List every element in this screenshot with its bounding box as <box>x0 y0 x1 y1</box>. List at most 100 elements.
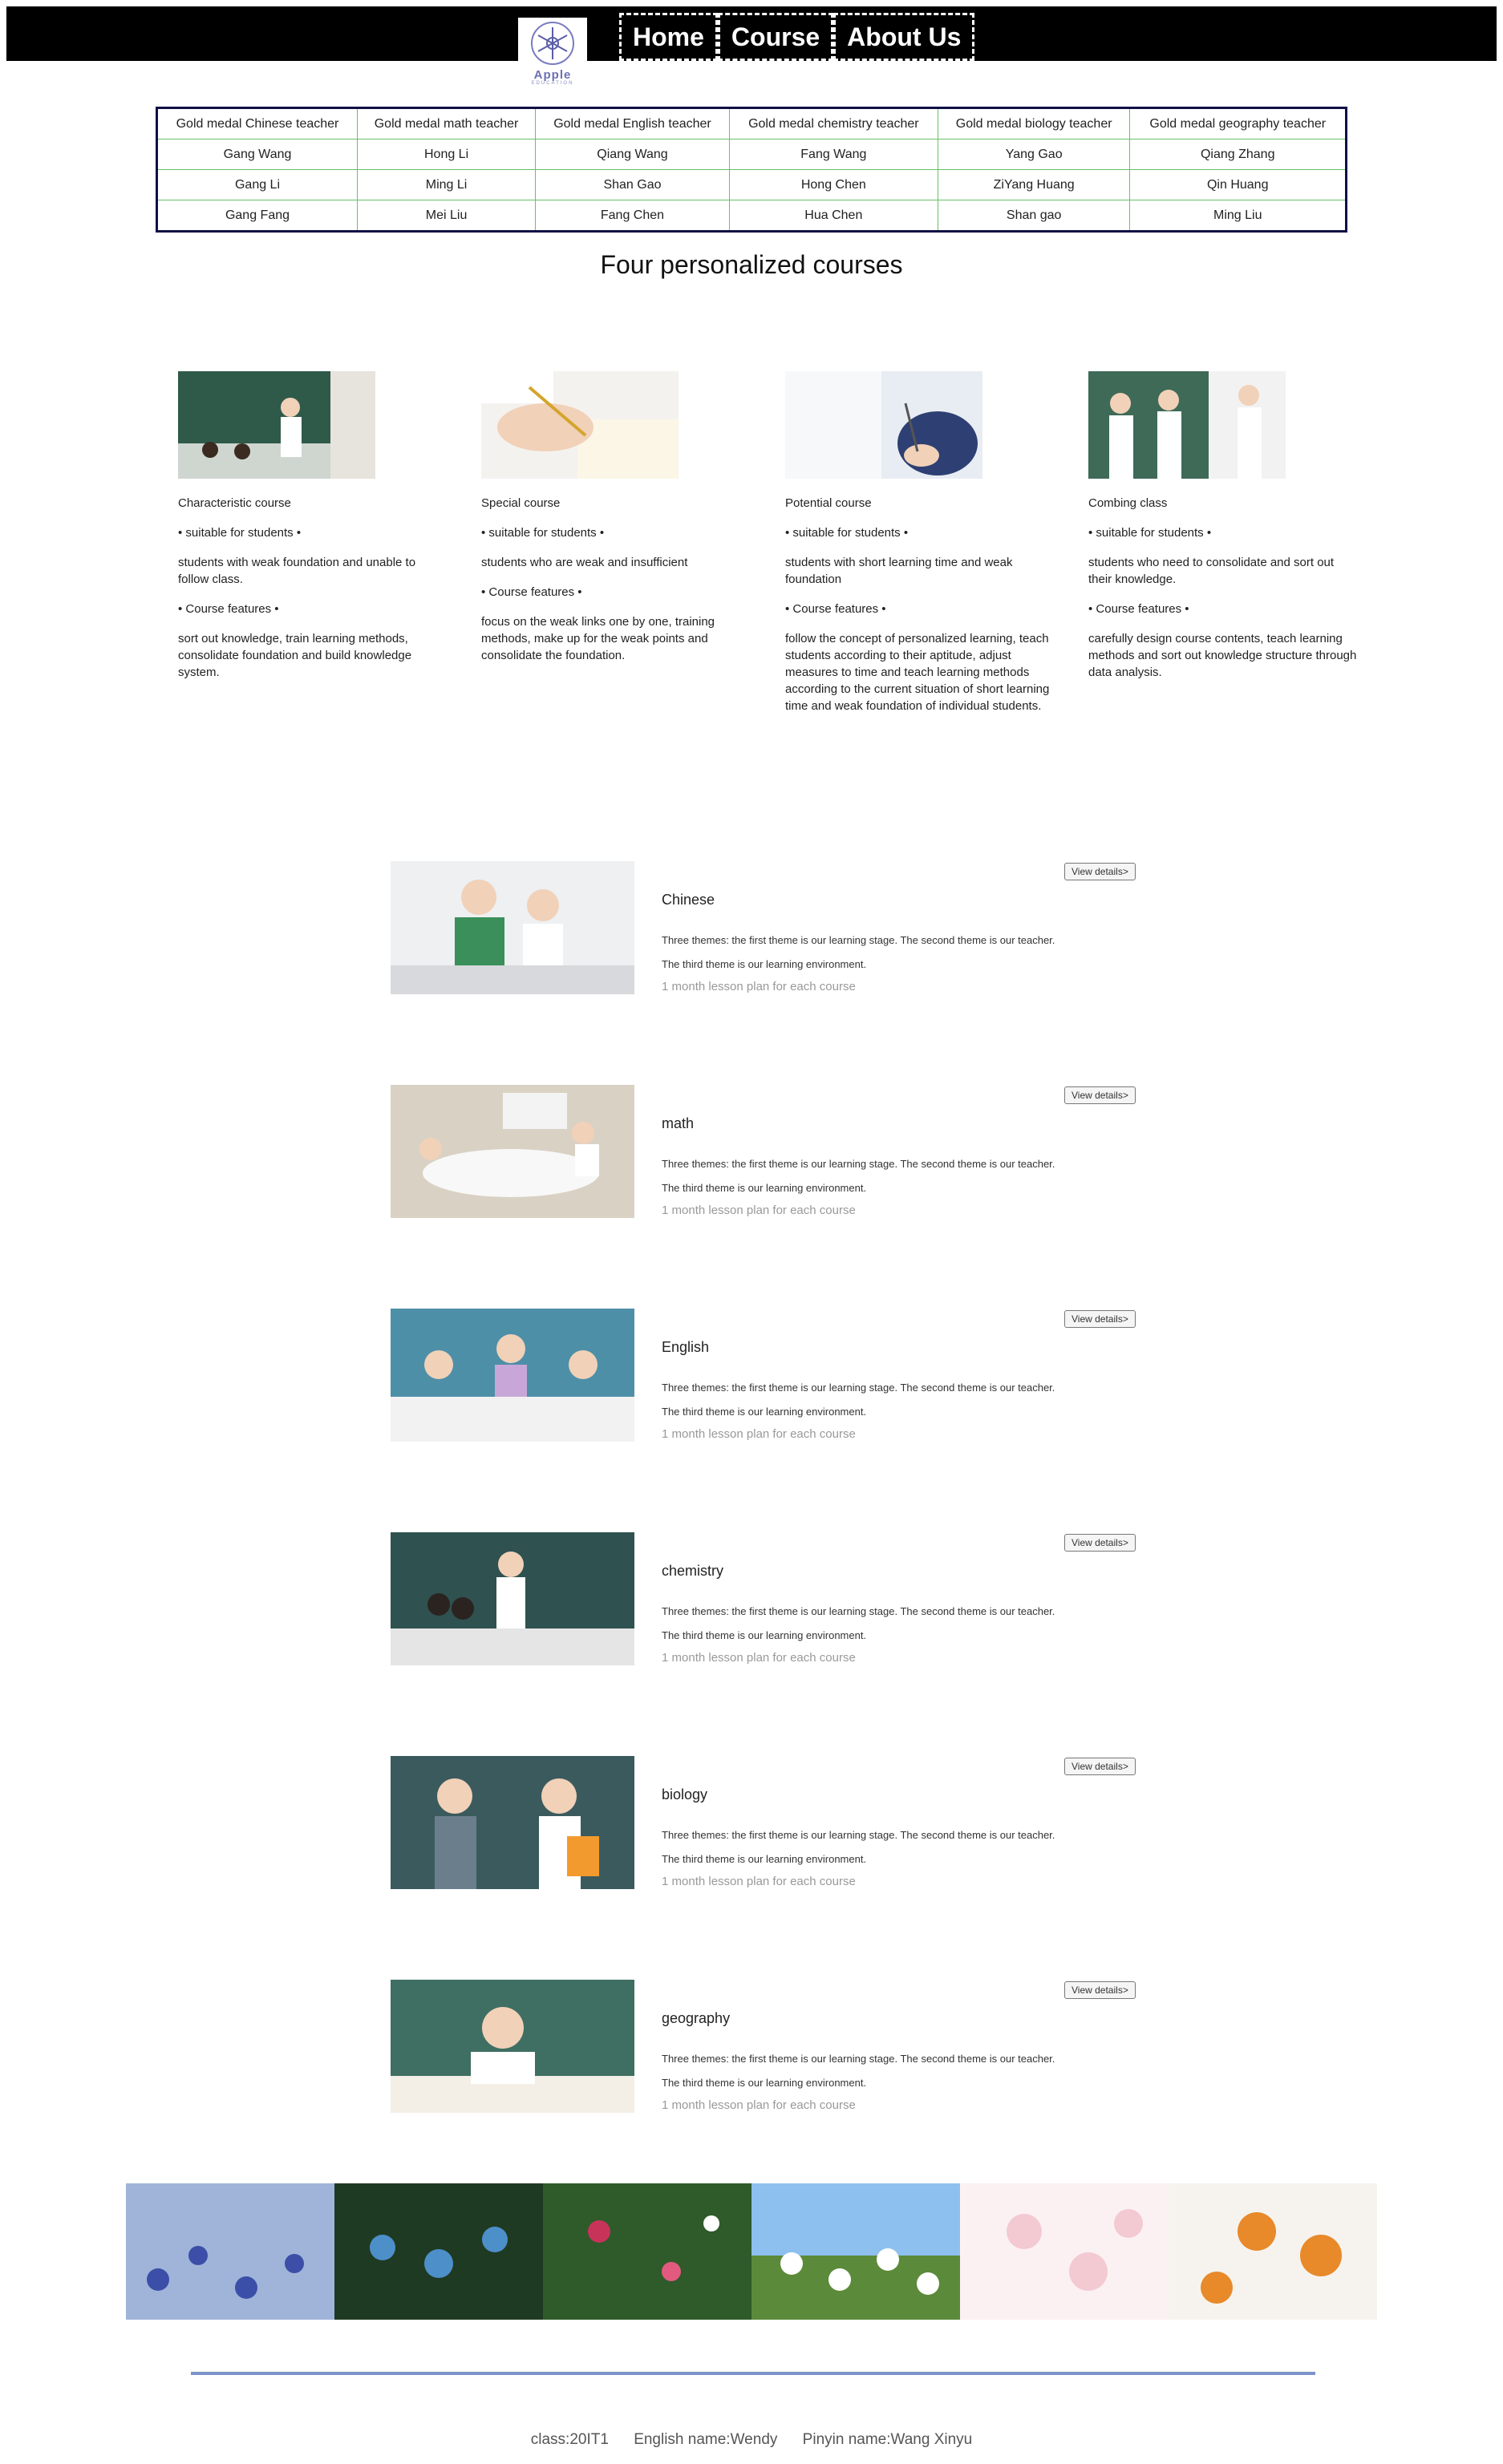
suitable-label: • suitable for students • <box>481 526 605 540</box>
course-plan: 1 month lesson plan for each course <box>662 1875 856 1888</box>
course-photo <box>391 1309 634 1442</box>
table-cell: Shan gao <box>937 200 1131 232</box>
table-header-cell: Gold medal chemistry teacher <box>728 107 938 140</box>
course-plan: 1 month lesson plan for each course <box>662 1651 856 1665</box>
logo-subtitle: EDUCATION <box>531 81 574 86</box>
table-header-cell: Gold medal biology teacher <box>937 107 1131 140</box>
table-header-cell: Gold medal Chinese teacher <box>156 107 358 140</box>
course-photo <box>391 1980 634 2113</box>
snowflake-logo-icon <box>531 22 574 65</box>
writing-photo <box>481 371 679 479</box>
students-text: students with weak foundation and unable… <box>178 556 416 586</box>
table-cell: Hong Chen <box>728 169 938 200</box>
table-cell: Shan Gao <box>535 169 730 200</box>
table-row: Gang Li Ming Li Shan Gao Hong Chen ZiYan… <box>156 169 1347 200</box>
table-cell: Qiang Zhang <box>1129 139 1347 170</box>
footer-english-name: English name:Wendy <box>634 2431 778 2448</box>
table-cell: Fang Chen <box>535 200 730 232</box>
view-details-button[interactable]: View details> <box>1064 1981 1136 1999</box>
course-plan: 1 month lesson plan for each course <box>662 1427 856 1441</box>
view-details-button[interactable]: View details> <box>1064 1758 1136 1775</box>
features-label: • Course features • <box>178 602 279 616</box>
course-description: Three themes: the first theme is our lea… <box>662 1605 1055 1641</box>
course-list-item: math Three themes: the first theme is ou… <box>391 1085 1161 1221</box>
features-label: • Course features • <box>1088 602 1189 616</box>
view-details-button[interactable]: View details> <box>1064 1086 1136 1104</box>
flower-photo <box>334 2183 543 2320</box>
nav-course[interactable]: Course <box>717 13 834 61</box>
course-name: geography <box>662 2010 731 2026</box>
table-row: Gang Fang Mei Liu Fang Chen Hua Chen Sha… <box>156 200 1347 232</box>
flower-photo <box>752 2183 960 2320</box>
table-cell: Gang Wang <box>156 139 358 170</box>
footer-class: class:20IT1 <box>530 2431 609 2448</box>
course-card: Potential course • suitable for students… <box>785 371 1055 727</box>
view-details-button[interactable]: View details> <box>1064 1534 1136 1552</box>
footer-divider <box>191 2372 1315 2375</box>
features-text: sort out knowledge, train learning metho… <box>178 632 412 679</box>
brand-logo[interactable]: Apple EDUCATION <box>518 18 587 91</box>
course-card: Characteristic course • suitable for stu… <box>178 371 448 694</box>
table-header-cell: Gold medal geography teacher <box>1129 107 1347 140</box>
table-header-cell: Gold medal English teacher <box>535 107 730 140</box>
table-cell: Hong Li <box>356 139 537 170</box>
table-cell: Ming Liu <box>1129 200 1347 232</box>
table-cell: ZiYang Huang <box>937 169 1131 200</box>
students-text: students who are weak and insufficient <box>481 556 688 569</box>
nav-about-us[interactable]: About Us <box>833 13 975 61</box>
course-photo <box>391 1756 634 1889</box>
table-cell: Gang Li <box>156 169 358 200</box>
course-card-title: Special course <box>481 496 561 510</box>
table-header-row: Gold medal Chinese teacher Gold medal ma… <box>156 107 1347 140</box>
course-photo <box>391 1085 634 1218</box>
flower-gallery <box>126 2183 1377 2320</box>
students-photo <box>1088 371 1286 479</box>
course-name: English <box>662 1339 710 1355</box>
course-list-item: chemistry Three themes: the first theme … <box>391 1532 1161 1669</box>
main-nav: Home Course About Us <box>619 13 975 61</box>
course-plan: 1 month lesson plan for each course <box>662 2098 856 2112</box>
nav-home[interactable]: Home <box>619 13 718 61</box>
table-cell: Gang Fang <box>156 200 358 232</box>
course-description: Three themes: the first theme is our lea… <box>662 934 1055 970</box>
table-header-cell: Gold medal math teacher <box>356 107 537 140</box>
footer: class:20IT1 English name:Wendy Pinyin na… <box>0 2431 1503 2449</box>
features-text: follow the concept of personalized learn… <box>785 632 1050 713</box>
course-card-title: Combing class <box>1088 496 1168 510</box>
course-card: Combing class • suitable for students • … <box>1088 371 1358 694</box>
course-plan: 1 month lesson plan for each course <box>662 1204 856 1217</box>
students-text: students with short learning time and we… <box>785 556 1013 586</box>
course-list-item: Chinese Three themes: the first theme is… <box>391 861 1161 997</box>
table-cell: Yang Gao <box>937 139 1131 170</box>
suitable-label: • suitable for students • <box>1088 526 1212 540</box>
course-card-title: Characteristic course <box>178 496 291 510</box>
course-list-item: English Three themes: the first theme is… <box>391 1309 1161 1445</box>
classroom-photo <box>178 371 375 479</box>
view-details-button[interactable]: View details> <box>1064 1310 1136 1328</box>
suitable-label: • suitable for students • <box>178 526 302 540</box>
teacher-table: Gold medal Chinese teacher Gold medal ma… <box>156 107 1347 233</box>
course-description: Three themes: the first theme is our lea… <box>662 1829 1055 1865</box>
table-cell: Qin Huang <box>1129 169 1347 200</box>
features-text: focus on the weak links one by one, trai… <box>481 615 715 662</box>
table-cell: Fang Wang <box>728 139 938 170</box>
table-row: Gang Wang Hong Li Qiang Wang Fang Wang Y… <box>156 139 1347 170</box>
section-title: Four personalized courses <box>600 250 903 279</box>
flower-photo <box>960 2183 1169 2320</box>
table-cell: Ming Li <box>356 169 537 200</box>
course-card: Special course • suitable for students •… <box>481 371 751 677</box>
flower-photo <box>1169 2183 1377 2320</box>
suitable-label: • suitable for students • <box>785 526 909 540</box>
course-name: biology <box>662 1786 708 1802</box>
course-description: Three themes: the first theme is our lea… <box>662 2053 1055 2089</box>
course-name: chemistry <box>662 1563 724 1579</box>
view-details-button[interactable]: View details> <box>1064 863 1136 880</box>
logo-title: Apple <box>533 68 572 82</box>
course-plan: 1 month lesson plan for each course <box>662 980 856 993</box>
course-list-item: geography Three themes: the first theme … <box>391 1980 1161 2116</box>
flower-photo <box>543 2183 752 2320</box>
students-text: students who need to consolidate and sor… <box>1088 556 1335 586</box>
course-photo <box>391 861 634 994</box>
course-name: math <box>662 1115 695 1131</box>
features-label: • Course features • <box>481 585 582 599</box>
